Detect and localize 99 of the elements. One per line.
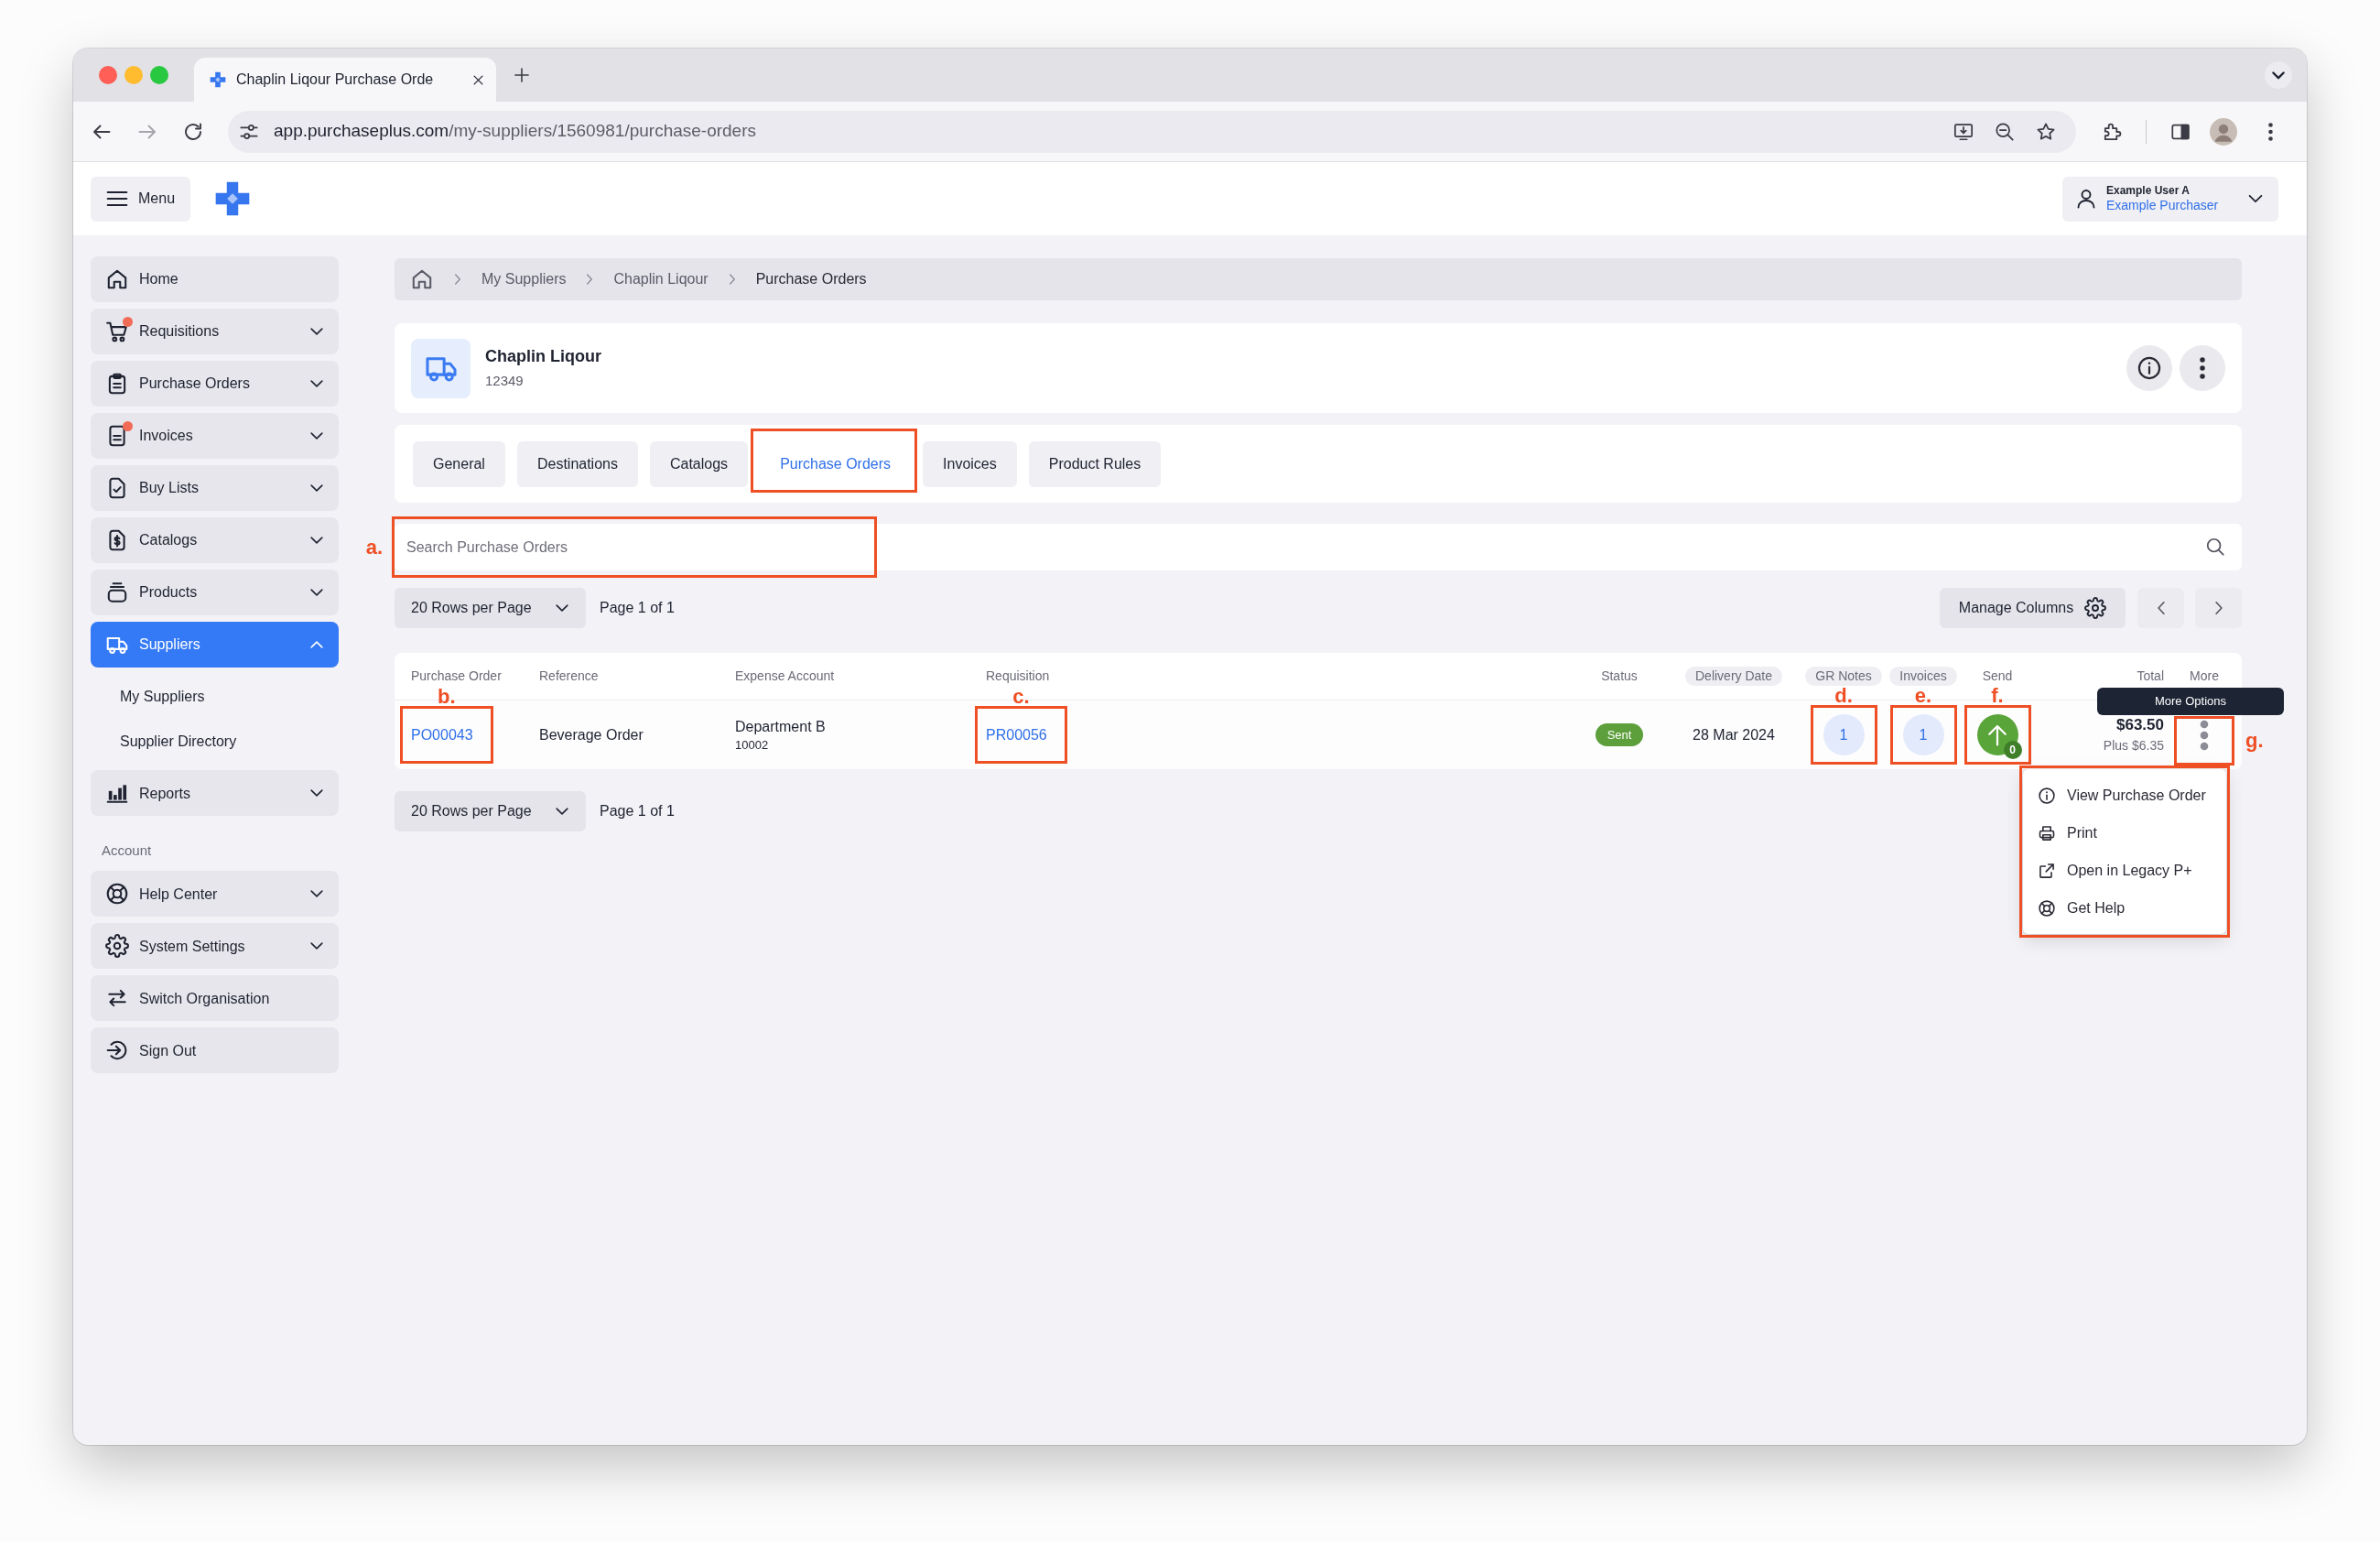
tab-list-icon[interactable] xyxy=(2265,61,2292,89)
menu-item[interactable]: Open in Legacy P+ xyxy=(2023,852,2226,889)
sidebar-item[interactable]: Help Center xyxy=(91,871,339,918)
menu-item[interactable]: Get Help xyxy=(2023,889,2226,927)
more-button[interactable] xyxy=(2180,345,2225,391)
column-header: Requisition xyxy=(986,668,1050,684)
user-icon xyxy=(2075,188,2097,210)
status-badge: Sent xyxy=(1595,722,1644,747)
sidebar-item[interactable]: Suppliers xyxy=(91,622,339,668)
rows-per-page-dropdown[interactable]: 20 Rows per Page xyxy=(395,791,586,831)
settings-icon xyxy=(2084,597,2107,619)
column-header: More xyxy=(2190,668,2219,684)
tab[interactable]: Destinations xyxy=(516,440,638,487)
info-icon xyxy=(2038,786,2056,805)
breadcrumb-current: Purchase Orders xyxy=(755,270,867,288)
supplier-name: Chaplin Liqour xyxy=(485,347,601,367)
rows-per-page-dropdown[interactable]: 20 Rows per Page xyxy=(395,588,586,628)
settings-icon xyxy=(105,934,129,959)
user-menu-button[interactable]: Example User A Example Purchaser xyxy=(2062,176,2278,222)
count-badge[interactable]: 1 xyxy=(1902,714,1944,755)
install-icon[interactable] xyxy=(1953,121,1974,142)
column-header: Expense Account xyxy=(735,668,835,684)
table-link[interactable]: PO00043 xyxy=(411,725,473,744)
sidebar-item[interactable]: Reports xyxy=(91,770,339,817)
column-header: Reference xyxy=(539,668,599,684)
tab[interactable]: Invoices xyxy=(923,440,1017,487)
cart-icon xyxy=(105,320,129,343)
sidebar-item[interactable]: Home xyxy=(91,256,339,302)
page-indicator: Page 1 of 1 xyxy=(600,599,675,617)
lifebuoy-icon xyxy=(2038,898,2056,918)
star-icon[interactable] xyxy=(2036,121,2056,142)
truck-icon xyxy=(411,338,471,398)
home-icon xyxy=(105,267,129,291)
external-link-icon xyxy=(2038,861,2056,880)
tax-amount: Plus $6.35 xyxy=(2103,737,2164,754)
address-bar[interactable]: app.purchaseplus.com/my-suppliers/1560981/purchase-orders xyxy=(228,110,2076,153)
zoom-out-icon[interactable] xyxy=(1995,121,2015,142)
browser-menu-icon[interactable] xyxy=(2268,122,2273,141)
new-tab-icon[interactable] xyxy=(513,66,531,84)
menu-item[interactable]: Print xyxy=(2023,814,2226,852)
annotation-label: f. xyxy=(1991,687,2004,705)
sidebar-item[interactable]: Products xyxy=(91,570,339,615)
more-icon[interactable] xyxy=(2199,719,2210,751)
sidebar-item[interactable]: Catalogs xyxy=(91,517,339,563)
annotation-label: g. xyxy=(2245,731,2264,750)
manage-columns-button[interactable]: Manage Columns xyxy=(1940,588,2126,628)
tab[interactable]: General xyxy=(413,440,505,487)
menu-item[interactable]: View Purchase Order xyxy=(2023,776,2226,814)
count-badge: 0 xyxy=(2003,741,2022,759)
tooltip: More Options xyxy=(2097,688,2284,715)
sidebar-item[interactable]: Requisitions xyxy=(91,309,339,354)
table-link[interactable]: PR00056 xyxy=(986,725,1047,744)
total-amount: $63.50 xyxy=(2116,716,2164,735)
sidebar-item[interactable]: System Settings xyxy=(91,923,339,970)
extensions-icon[interactable] xyxy=(2102,121,2123,142)
page-indicator: Page 1 of 1 xyxy=(600,802,675,820)
annotation-label: c. xyxy=(1012,688,1030,706)
sidebar-item[interactable]: Purchase Orders xyxy=(91,361,339,407)
column-header: Status xyxy=(1601,668,1638,684)
section-heading: Account xyxy=(102,842,152,860)
column-header: Invoices xyxy=(1889,667,1957,686)
table-cell: Department B xyxy=(735,717,826,735)
annotation-label: b. xyxy=(438,688,456,706)
sidebar-item[interactable]: Buy Lists xyxy=(91,465,339,511)
menu-button[interactable]: Menu xyxy=(91,176,190,222)
table-cell: 28 Mar 2024 xyxy=(1693,725,1775,744)
column-header: Total xyxy=(2137,668,2164,684)
stack-icon xyxy=(105,581,129,604)
home-icon[interactable] xyxy=(410,267,434,291)
info-icon xyxy=(2137,355,2162,381)
tab[interactable]: Product Rules xyxy=(1028,440,1162,487)
annotation-label: d. xyxy=(1834,687,1853,705)
lifebuoy-icon xyxy=(105,882,129,907)
sidebar-subitem[interactable]: Supplier Directory xyxy=(120,719,237,765)
logo-icon xyxy=(209,71,227,89)
search-field[interactable]: Search Purchase Orders xyxy=(395,524,2242,570)
browser-tab[interactable]: Chaplin Liqour Purchase Orde xyxy=(194,58,496,102)
sidebar-subitem[interactable]: My Suppliers xyxy=(120,674,205,720)
annotation-label: a. xyxy=(365,538,383,557)
annotation-label: e. xyxy=(1914,687,1932,705)
breadcrumb-link[interactable]: My Suppliers xyxy=(481,270,567,288)
sidebar-item[interactable]: Sign Out xyxy=(91,1027,339,1074)
table-cell: 10002 xyxy=(735,737,769,753)
column-header: Delivery Date xyxy=(1685,667,1782,686)
count-badge[interactable]: 1 xyxy=(1823,714,1865,755)
tab[interactable]: Catalogs xyxy=(649,440,749,487)
printer-icon xyxy=(2038,823,2056,842)
column-header: GR Notes xyxy=(1805,667,1882,686)
profile-avatar-icon[interactable] xyxy=(2210,117,2237,146)
breadcrumb-link[interactable]: Chaplin Liqour xyxy=(613,270,709,288)
sidebar-item[interactable]: Switch Organisation xyxy=(91,975,339,1022)
search-icon[interactable] xyxy=(2205,537,2225,557)
table-cell: Beverage Order xyxy=(539,725,644,744)
info-button[interactable] xyxy=(2126,345,2172,391)
more-icon xyxy=(2200,357,2205,379)
supplier-code: 12349 xyxy=(485,372,525,389)
column-header: Send xyxy=(1982,668,2013,684)
sidebar-item[interactable]: Invoices xyxy=(91,413,339,459)
column-header: Purchase Order xyxy=(411,668,502,684)
